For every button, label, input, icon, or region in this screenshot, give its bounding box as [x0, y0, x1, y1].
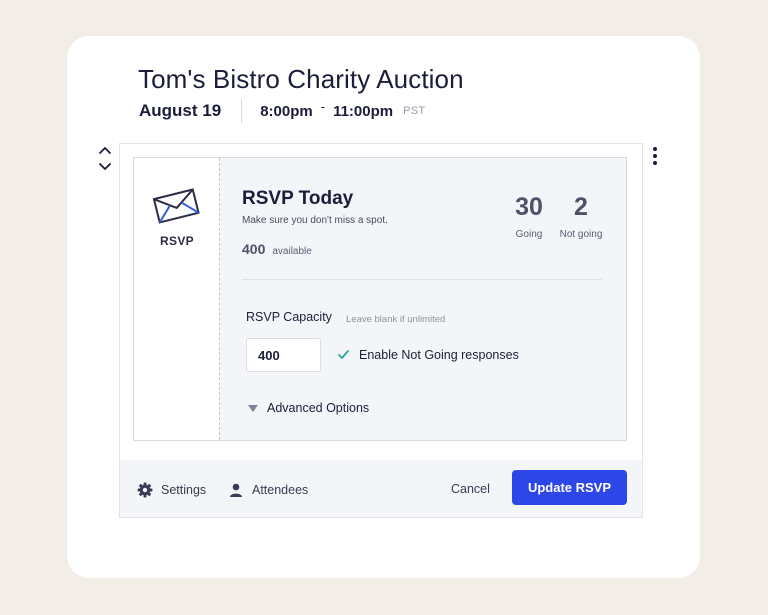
event-date: August 19 — [139, 101, 222, 120]
rsvp-title: RSVP Today — [242, 188, 354, 209]
advanced-options-label: Advanced Options — [267, 401, 370, 415]
not-going-count: 2 — [574, 193, 588, 221]
rsvp-footer: Settings Attendees Cancel Update RSVP — [120, 460, 642, 517]
capacity-label: RSVP Capacity — [246, 310, 332, 324]
caret-down-icon — [248, 404, 258, 412]
gear-icon — [137, 482, 153, 498]
event-end-time: 11:00pm — [333, 102, 394, 120]
going-stat: 30 Going — [504, 192, 554, 240]
not-going-checkbox-label[interactable]: Enable Not Going responses — [359, 348, 519, 362]
rsvp-subtitle: Make sure you don't miss a spot. — [242, 215, 388, 226]
chevron-down-icon — [99, 163, 111, 170]
rsvp-block-label: RSVP — [160, 234, 194, 248]
attendees-button[interactable]: Attendees — [228, 482, 308, 498]
timezone: PST — [403, 105, 426, 117]
divider — [242, 279, 602, 280]
not-going-label: Not going — [559, 229, 603, 240]
person-icon — [230, 483, 242, 497]
event-title: Tom's Bistro Charity Auction — [138, 64, 464, 94]
reorder-control[interactable] — [97, 144, 113, 174]
going-count: 30 — [515, 193, 543, 221]
available-count: 400 available — [242, 241, 312, 257]
event-meta: August 19 8:00pm - 11:00pm PST — [139, 98, 426, 123]
capacity-input[interactable] — [246, 338, 321, 372]
going-label: Going — [515, 229, 543, 240]
envelope-icon — [152, 186, 200, 229]
update-rsvp-button[interactable]: Update RSVP — [512, 470, 627, 505]
not-going-stat: 2 Not going — [556, 192, 606, 240]
rsvp-panel: RSVP RSVP Today Make sure you don't miss… — [133, 157, 627, 441]
advanced-options-toggle[interactable]: Advanced Options — [248, 401, 369, 415]
meta-divider — [241, 99, 243, 123]
attendees-label: Attendees — [252, 483, 309, 497]
capacity-hint: Leave blank if unlimited — [346, 314, 446, 325]
more-options-icon[interactable] — [651, 147, 659, 165]
settings-label: Settings — [161, 483, 207, 497]
rsvp-left-pane: RSVP — [134, 158, 220, 440]
settings-button[interactable]: Settings — [137, 482, 206, 498]
event-start-time: 8:00pm — [260, 102, 313, 120]
not-going-checkbox[interactable] — [337, 348, 350, 361]
available-label: available — [272, 246, 312, 257]
cancel-button[interactable]: Cancel — [451, 482, 490, 496]
time-separator: - — [320, 98, 326, 114]
available-number: 400 — [242, 241, 266, 257]
chevron-up-icon — [99, 147, 111, 154]
checkmark-icon — [338, 350, 349, 359]
